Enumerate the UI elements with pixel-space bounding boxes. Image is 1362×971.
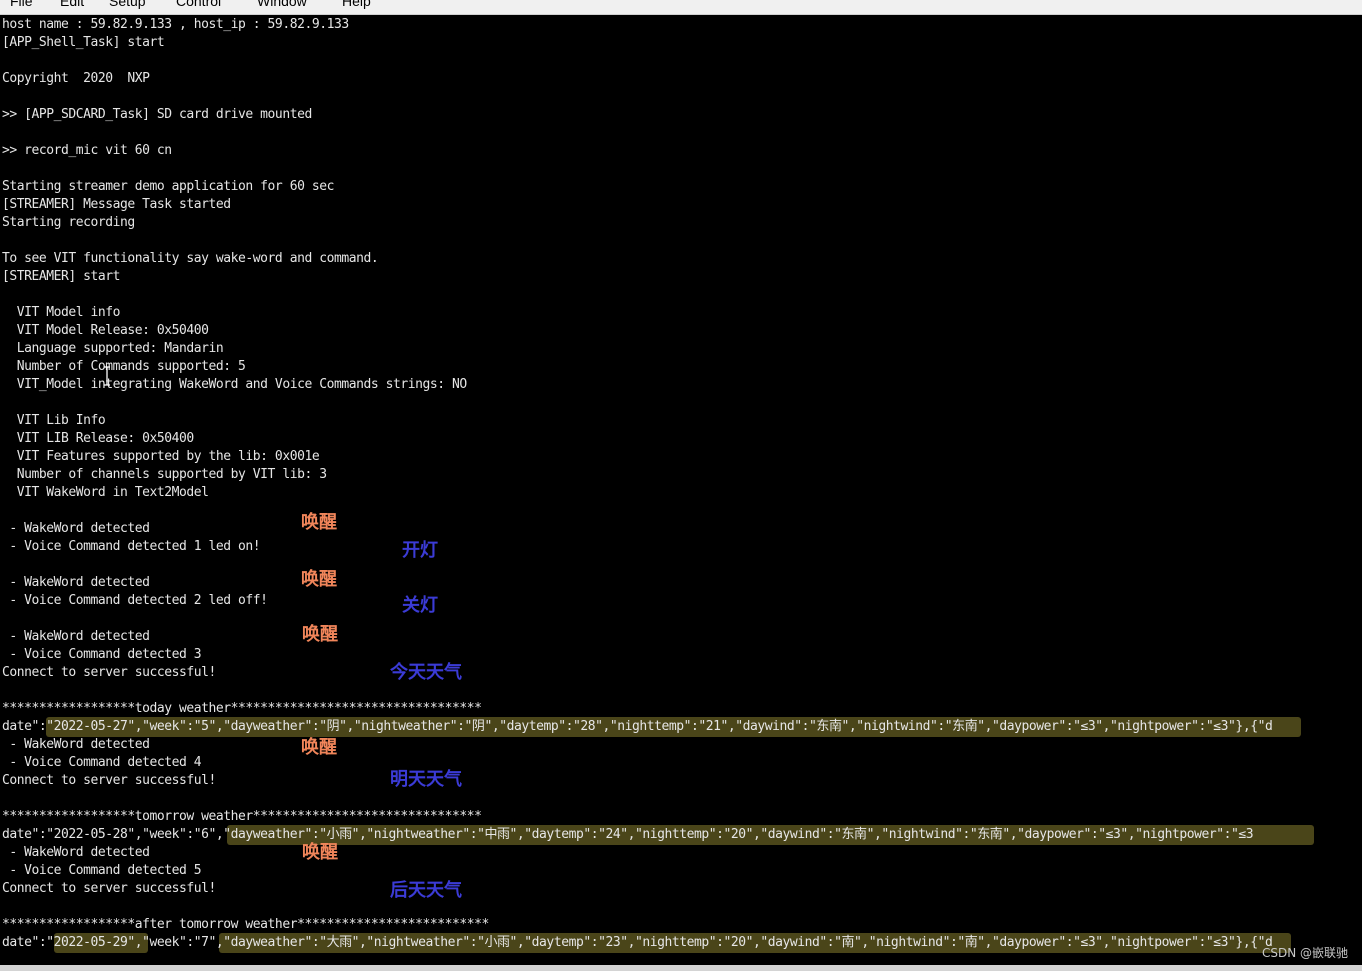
text-cursor-icon [104,366,110,386]
terminal-line: >> [APP_SDCARD_Task] SD card drive mount… [2,107,312,122]
terminal-line: date":"2022-05-29","week":"7","dayweathe… [2,935,1273,950]
command-annotation: 今天天气 [390,662,462,683]
menu-help[interactable]: Help [342,0,371,8]
terminal-line: ******************after tomorrow weather… [2,917,489,932]
menu-setup[interactable]: Setup [109,0,146,8]
menu-control[interactable]: Control [176,0,221,8]
terminal-line: - WakeWord detected [2,737,150,752]
wake-annotation: 唤醒 [302,624,338,645]
terminal-line: Language supported: Mandarin [2,341,224,356]
menu-file[interactable]: File [10,0,33,8]
terminal-line: ******************today weather*********… [2,701,482,716]
terminal-line: - Voice Command detected 4 [2,755,202,770]
terminal-line: Number of channels supported by VIT lib:… [2,467,327,482]
wake-annotation: 唤醒 [301,569,337,590]
command-annotation: 开灯 [402,540,438,561]
terminal-line: Connect to server successful! [2,881,216,896]
terminal-line: - Voice Command detected 1 led on! [2,539,261,554]
terminal-line: >> record_mic vit 60 cn [2,143,172,158]
terminal-line: Copyright 2020 NXP [2,71,150,86]
terminal-line: - WakeWord detected [2,575,150,590]
terminal-line: Connect to server successful! [2,773,216,788]
terminal-line: - Voice Command detected 3 [2,647,202,662]
terminal-line: VIT_Model integrating WakeWord and Voice… [2,377,467,392]
terminal-line: - Voice Command detected 5 [2,863,202,878]
terminal-line: VIT LIB Release: 0x50400 [2,431,194,446]
command-annotation: 关灯 [402,595,438,616]
terminal-line: VIT Features supported by the lib: 0x001… [2,449,320,464]
terminal-line: Starting streamer demo application for 6… [2,179,334,194]
terminal-output[interactable]: host name : 59.82.9.133 , host_ip : 59.8… [0,15,1362,965]
terminal-line: Connect to server successful! [2,665,216,680]
wake-annotation: 唤醒 [302,842,338,863]
terminal-line: Starting recording [2,215,135,230]
terminal-line: [APP_Shell_Task] start [2,35,165,50]
terminal-line: Number of Commands supported: 5 [2,359,246,374]
menu-bar: File Edit Setup Control Window Help [0,0,1362,15]
terminal-line: - WakeWord detected [2,845,150,860]
terminal-line: [STREAMER] Message Task started [2,197,231,212]
terminal-line: - WakeWord detected [2,629,150,644]
command-annotation: 后天天气 [390,880,462,901]
status-bar [0,965,1362,971]
terminal-line: [STREAMER] start [2,269,121,284]
terminal-line: ******************tomorrow weather******… [2,809,482,824]
terminal-window: File Edit Setup Control Window Help host… [0,0,1362,971]
terminal-line: - WakeWord detected [2,521,150,536]
terminal-line: date":"2022-05-27","week":"5","dayweathe… [2,719,1273,734]
menu-window[interactable]: Window [257,0,307,8]
terminal-line: VIT WakeWord in Text2Model [2,485,209,500]
terminal-line: date":"2022-05-28","week":"6","dayweathe… [2,827,1254,842]
terminal-line: To see VIT functionality say wake-word a… [2,251,379,266]
command-annotation: 明天天气 [390,769,462,790]
terminal-line: VIT Model Release: 0x50400 [2,323,209,338]
terminal-line: - Voice Command detected 2 led off! [2,593,268,608]
menu-edit[interactable]: Edit [60,0,84,8]
watermark: CSDN @嵌联驰 [1261,946,1348,960]
wake-annotation: 唤醒 [301,512,337,533]
terminal-line: host name : 59.82.9.133 , host_ip : 59.8… [2,17,349,32]
terminal-line: VIT Lib Info [2,413,106,428]
terminal-line: VIT Model info [2,305,121,320]
wake-annotation: 唤醒 [301,737,337,758]
